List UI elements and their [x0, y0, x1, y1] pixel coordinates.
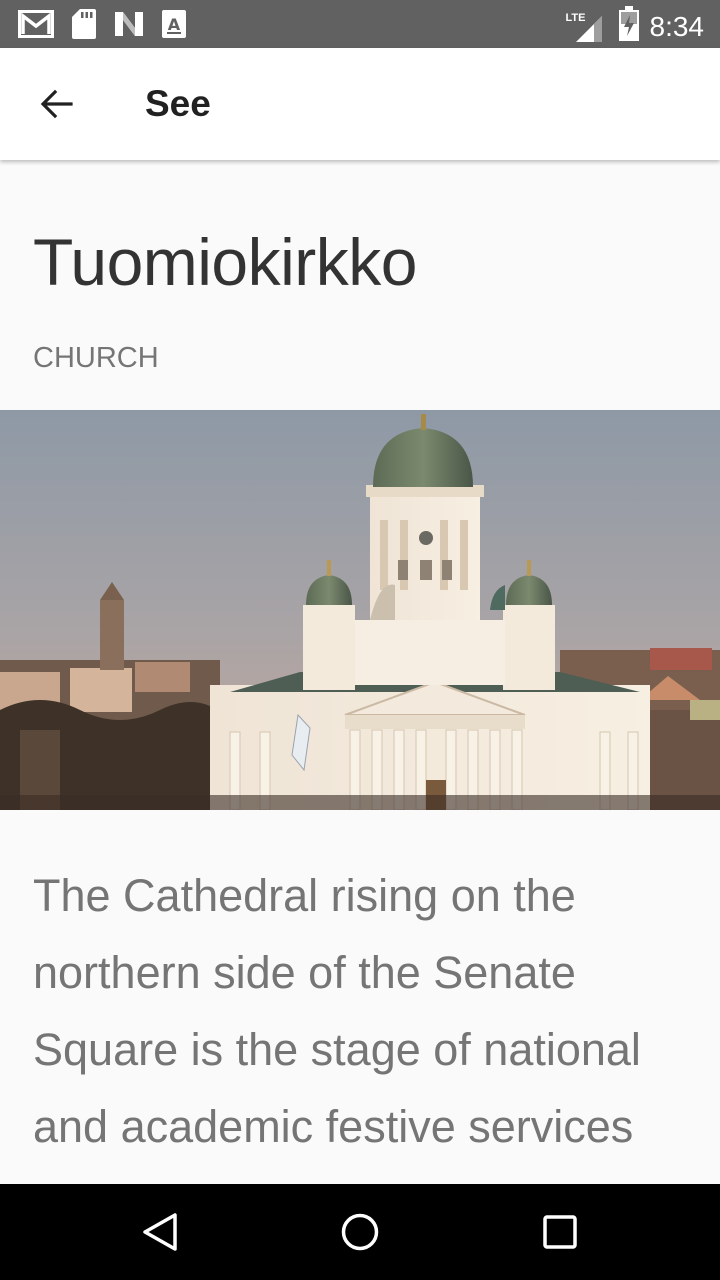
page-title: See	[145, 83, 211, 124]
back-button[interactable]	[24, 72, 88, 136]
place-category: CHURCH	[33, 342, 159, 374]
recents-square-icon	[543, 1215, 577, 1249]
nav-recents-button[interactable]	[536, 1208, 584, 1256]
place-photo	[0, 410, 720, 810]
sd-card-icon	[72, 9, 96, 44]
gmail-icon	[18, 10, 54, 43]
svg-text:A: A	[168, 15, 181, 34]
system-icons: LTE 8:34	[566, 6, 705, 47]
app-bar: See	[0, 48, 720, 160]
n-notification-icon	[114, 10, 144, 43]
clock: 8:34	[649, 10, 705, 42]
battery-icon	[618, 6, 640, 47]
navigation-bar	[0, 1184, 720, 1280]
notification-icons: A	[18, 9, 186, 44]
place-title: Tuomiokirkko	[33, 225, 417, 299]
nav-back-button[interactable]	[136, 1208, 184, 1256]
status-bar: A LTE 8:34	[0, 0, 720, 48]
place-description: The Cathedral rising on the northern sid…	[33, 870, 641, 1152]
back-triangle-icon	[143, 1213, 177, 1251]
a-notification-icon: A	[162, 10, 186, 43]
home-circle-icon	[341, 1213, 379, 1251]
arrow-back-icon	[40, 89, 73, 119]
nav-home-button[interactable]	[336, 1208, 384, 1256]
signal-icon: LTE	[566, 10, 608, 44]
